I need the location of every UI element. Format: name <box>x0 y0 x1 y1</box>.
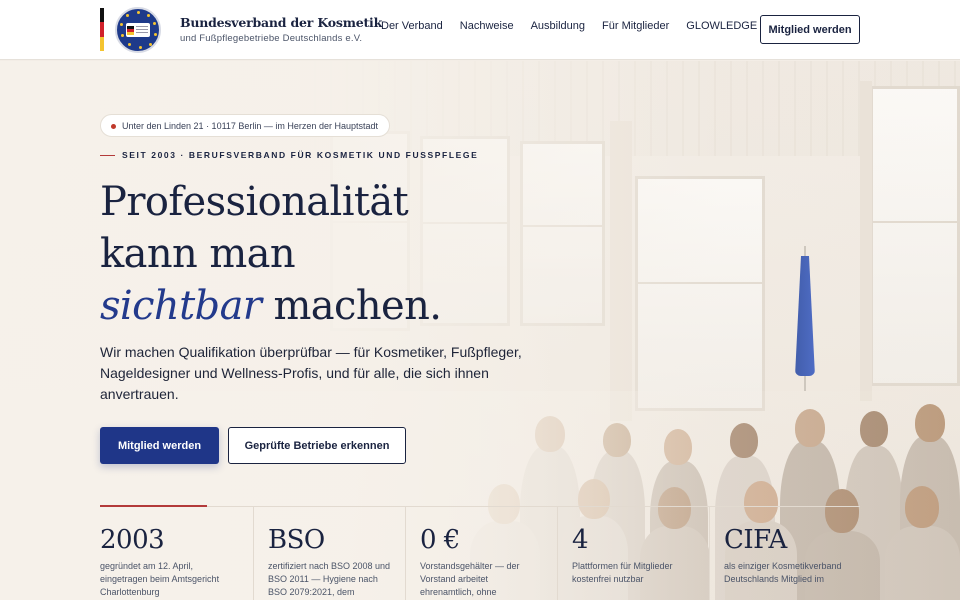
stat-description: Vorstandsgehälter — der Vorstand arbeite… <box>420 561 520 597</box>
stat-value: BSO <box>268 525 325 555</box>
verified-businesses-button[interactable]: Geprüfte Betriebe erkennen <box>228 427 406 464</box>
stat-value: 4 <box>572 525 589 555</box>
german-flag-bar <box>100 8 104 51</box>
stat-item: CIFA als einziger Kosmetikverband Deutsc… <box>709 507 860 600</box>
headline-line-3-rest: machen. <box>261 283 442 329</box>
address-text: Unter den Linden 21 · 10117 Berlin — im … <box>122 120 378 131</box>
stat-item: BSO zertifiziert nach BSO 2008 und BSO 2… <box>253 507 405 600</box>
brand-subtitle: und Fußpflegebetriebe Deutschlands e.V. <box>180 33 363 44</box>
stat-item: 2003 gegründet am 12. April, eingetragen… <box>100 507 253 600</box>
eyebrow: SEIT 2003 · BERUFSVERBAND FÜR KOSMETIK U… <box>100 150 478 160</box>
nav-nachweise[interactable]: Nachweise <box>460 20 514 32</box>
hero-headline: Professionalität kann man sichtbar mache… <box>100 176 442 332</box>
site-header: Bundesverband der Kosmetik und Fußpflege… <box>0 0 960 60</box>
stat-description: gegründet am 12. April, eingetragen beim… <box>100 561 220 597</box>
headline-line-3: sichtbar machen. <box>100 280 442 332</box>
stat-value: CIFA <box>724 525 787 555</box>
headline-line-2: kann man <box>100 231 296 277</box>
stat-value: 2003 <box>100 525 165 555</box>
stats-row: 2003 gegründet am 12. April, eingetragen… <box>100 505 860 600</box>
stat-item: 0 € Vorstandsgehälter — der Vorstand arb… <box>405 507 557 600</box>
location-dot-icon <box>111 124 116 129</box>
headline-emphasis: sichtbar <box>100 283 262 329</box>
nav-fuer-mitglieder[interactable]: Für Mitglieder <box>602 20 669 32</box>
stat-description: Plattformen für Mitglieder kostenfrei nu… <box>572 561 673 584</box>
stat-item: 4 Plattformen für Mitglieder kostenfrei … <box>557 507 709 600</box>
stat-description: als einziger Kosmetikverband Deutschland… <box>724 561 842 584</box>
nav-glowledge[interactable]: GLOWLEDGE <box>686 20 757 32</box>
join-button[interactable]: Mitglied werden <box>100 427 219 464</box>
brand-title[interactable]: Bundesverband der Kosmetik <box>180 15 382 30</box>
hero-lead: Wir machen Qualifikation überprüfbar — f… <box>100 344 522 402</box>
stat-description: zertifiziert nach BSO 2008 und BSO 2011 … <box>268 561 391 597</box>
nav-der-verband[interactable]: Der Verband <box>381 20 443 32</box>
nav-ausbildung[interactable]: Ausbildung <box>531 20 585 32</box>
eyebrow-text: SEIT 2003 · BERUFSVERBAND FÜR KOSMETIK U… <box>122 150 479 160</box>
stat-value: 0 € <box>420 525 460 555</box>
header-join-button[interactable]: Mitglied werden <box>760 15 860 44</box>
association-seal-logo[interactable] <box>115 7 161 53</box>
headline-line-1: Professionalität <box>100 179 409 225</box>
main-nav: Der Verband Nachweise Ausbildung Für Mit… <box>381 20 774 32</box>
address-pill: Unter den Linden 21 · 10117 Berlin — im … <box>100 114 390 137</box>
eyebrow-rule <box>100 154 115 156</box>
